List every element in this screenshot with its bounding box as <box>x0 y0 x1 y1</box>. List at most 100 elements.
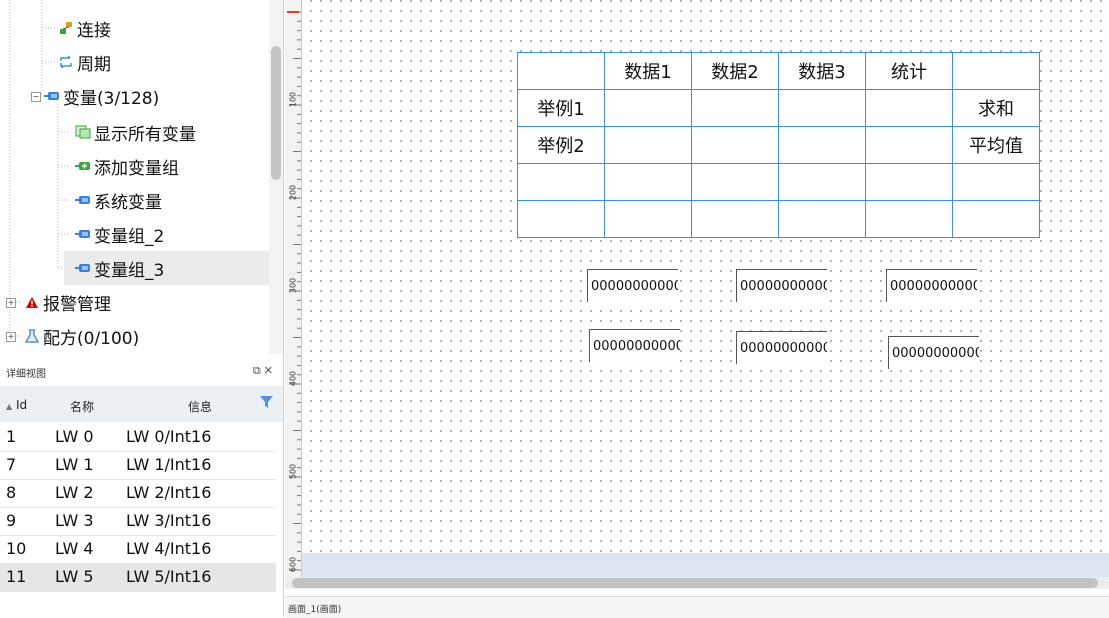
variable-icon <box>75 192 91 208</box>
tree-item-add-group[interactable]: 添加变量组 <box>75 149 179 183</box>
tree-item-variable-group-2[interactable]: 变量组_2 <box>75 217 164 251</box>
tree-item-show-all-variables[interactable]: 显示所有变量 <box>75 115 196 149</box>
table-cell[interactable] <box>865 89 953 127</box>
numeric-input-widget[interactable]: 000000000000 <box>886 269 977 302</box>
link-icon <box>58 20 74 36</box>
alarm-icon <box>24 294 40 310</box>
expand-toggle[interactable]: + <box>6 332 16 342</box>
panel-divider[interactable] <box>283 0 284 617</box>
table-row[interactable]: 1 LW 0 LW 0/Int16 <box>0 423 276 452</box>
status-bar: 画面_1(画面) <box>285 596 1109 618</box>
filter-icon[interactable] <box>260 396 273 412</box>
tree-item-label: 变量组_3 <box>94 260 165 281</box>
close-icon[interactable]: ✕ <box>264 364 273 377</box>
table-row[interactable]: 7 LW 1 LW 1/Int16 <box>0 451 276 480</box>
tree-item-variable-group-3[interactable]: 变量组_3 <box>64 251 280 285</box>
variable-icon <box>75 260 91 276</box>
variable-icon <box>75 226 91 242</box>
table-cell[interactable] <box>952 200 1040 238</box>
tree-item-variables[interactable]: 变量(3/128) <box>44 79 159 113</box>
variable-icon <box>44 88 60 104</box>
collapse-toggle[interactable]: − <box>31 92 41 102</box>
cycle-icon <box>58 54 74 70</box>
tree-item-label: 系统变量 <box>94 192 162 213</box>
column-name[interactable]: 名称 <box>70 398 94 415</box>
table-row: 数据1 数据2 数据3 统计 <box>517 52 1040 90</box>
table-row: 举例1 求和 <box>517 89 1040 127</box>
expand-toggle[interactable]: + <box>6 298 16 308</box>
table-row[interactable]: 8 LW 2 LW 2/Int16 <box>0 479 276 508</box>
status-text: 画面_1(画面) <box>288 605 342 615</box>
table-cell[interactable]: 数据2 <box>691 52 779 90</box>
table-cell[interactable] <box>952 52 1040 90</box>
table-cell[interactable] <box>865 163 953 201</box>
show-variables-icon <box>75 124 91 140</box>
table-cell[interactable]: 平均值 <box>952 126 1040 164</box>
table-cell[interactable] <box>952 163 1040 201</box>
table-cell[interactable] <box>604 200 692 238</box>
table-cell[interactable]: 举例2 <box>517 126 605 164</box>
ruler-label: 200 <box>288 184 298 201</box>
table-row <box>517 200 1040 238</box>
numeric-input-widget[interactable]: 000000000000 <box>736 331 827 364</box>
table-row[interactable]: 10 LW 4 LW 4/Int16 <box>0 535 276 564</box>
numeric-input-widget[interactable]: 000000000000 <box>589 329 680 362</box>
table-cell[interactable] <box>691 200 779 238</box>
table-cell[interactable] <box>517 200 605 238</box>
tree-item-label: 添加变量组 <box>94 158 179 179</box>
ruler-label: 500 <box>288 463 298 480</box>
table-cell[interactable] <box>691 126 779 164</box>
detail-column-header: ▲ Id 名称 信息 <box>0 386 283 422</box>
horizontal-scrollbar-thumb[interactable] <box>292 578 1098 588</box>
tree-item-connection[interactable]: 连接 <box>58 11 111 45</box>
ruler-label: 400 <box>288 370 298 387</box>
tree-item-label: 变量(3/128) <box>63 88 160 109</box>
table-cell[interactable] <box>778 200 866 238</box>
tree-scrollbar-thumb[interactable] <box>271 46 281 180</box>
tree-item-label: 显示所有变量 <box>94 124 196 145</box>
table-cell[interactable] <box>691 89 779 127</box>
detail-view-panel: 详细视图 ⧉ ✕ ▲ Id 名称 信息 1 LW 0 LW 0/Int16 7 L… <box>0 354 283 617</box>
sort-ascending-icon: ▲ <box>6 402 13 411</box>
table-cell[interactable] <box>865 126 953 164</box>
table-cell[interactable] <box>604 163 692 201</box>
table-cell[interactable] <box>778 89 866 127</box>
table-cell[interactable]: 举例1 <box>517 89 605 127</box>
float-icon[interactable]: ⧉ <box>253 364 261 377</box>
numeric-input-widget[interactable]: 000000000000 <box>736 269 827 302</box>
table-cell[interactable] <box>865 200 953 238</box>
panel-title: 详细视图 <box>6 369 46 380</box>
project-tree: 连接 周期 − 变量(3/128) 显示所有变量 添加变量组 系统变量 变量组_… <box>0 0 283 354</box>
table-cell[interactable] <box>517 52 605 90</box>
table-cell[interactable] <box>778 126 866 164</box>
canvas-bottom-area <box>302 553 1109 577</box>
table-cell[interactable] <box>778 163 866 201</box>
table-cell[interactable]: 数据1 <box>604 52 692 90</box>
table-cell[interactable]: 数据3 <box>778 52 866 90</box>
table-cell[interactable] <box>604 89 692 127</box>
table-cell[interactable] <box>604 126 692 164</box>
numeric-input-widget[interactable]: 000000000000 <box>888 336 979 369</box>
column-id[interactable]: ▲ Id <box>6 398 27 412</box>
tree-item-label: 周期 <box>77 54 111 75</box>
tree-item-label: 配方(0/100) <box>43 328 140 349</box>
table-row[interactable]: 9 LW 3 LW 3/Int16 <box>0 507 276 536</box>
table-cell[interactable]: 统计 <box>865 52 953 90</box>
canvas-table-widget[interactable]: 数据1 数据2 数据3 统计 举例1 求和 举例2 平均值 <box>517 52 1040 238</box>
tree-item-alarm-management[interactable]: 报警管理 <box>24 285 111 319</box>
detail-view-header: 详细视图 ⧉ ✕ <box>0 362 283 382</box>
recipe-icon <box>24 328 40 344</box>
table-cell[interactable] <box>517 163 605 201</box>
tree-item-label: 报警管理 <box>43 294 111 315</box>
table-row: 举例2 平均值 <box>517 126 1040 164</box>
table-cell[interactable] <box>691 163 779 201</box>
tree-item-system-variables[interactable]: 系统变量 <box>75 183 162 217</box>
table-row[interactable]: 11 LW 5 LW 5/Int16 <box>0 563 276 592</box>
numeric-input-widget[interactable]: 000000000000 <box>587 269 678 302</box>
table-cell[interactable]: 求和 <box>952 89 1040 127</box>
tree-item-cycle[interactable]: 周期 <box>58 45 111 79</box>
table-row <box>517 163 1040 201</box>
column-info[interactable]: 信息 <box>188 398 212 415</box>
tree-item-recipe[interactable]: 配方(0/100) <box>24 319 139 353</box>
ruler-label: 300 <box>288 277 298 294</box>
